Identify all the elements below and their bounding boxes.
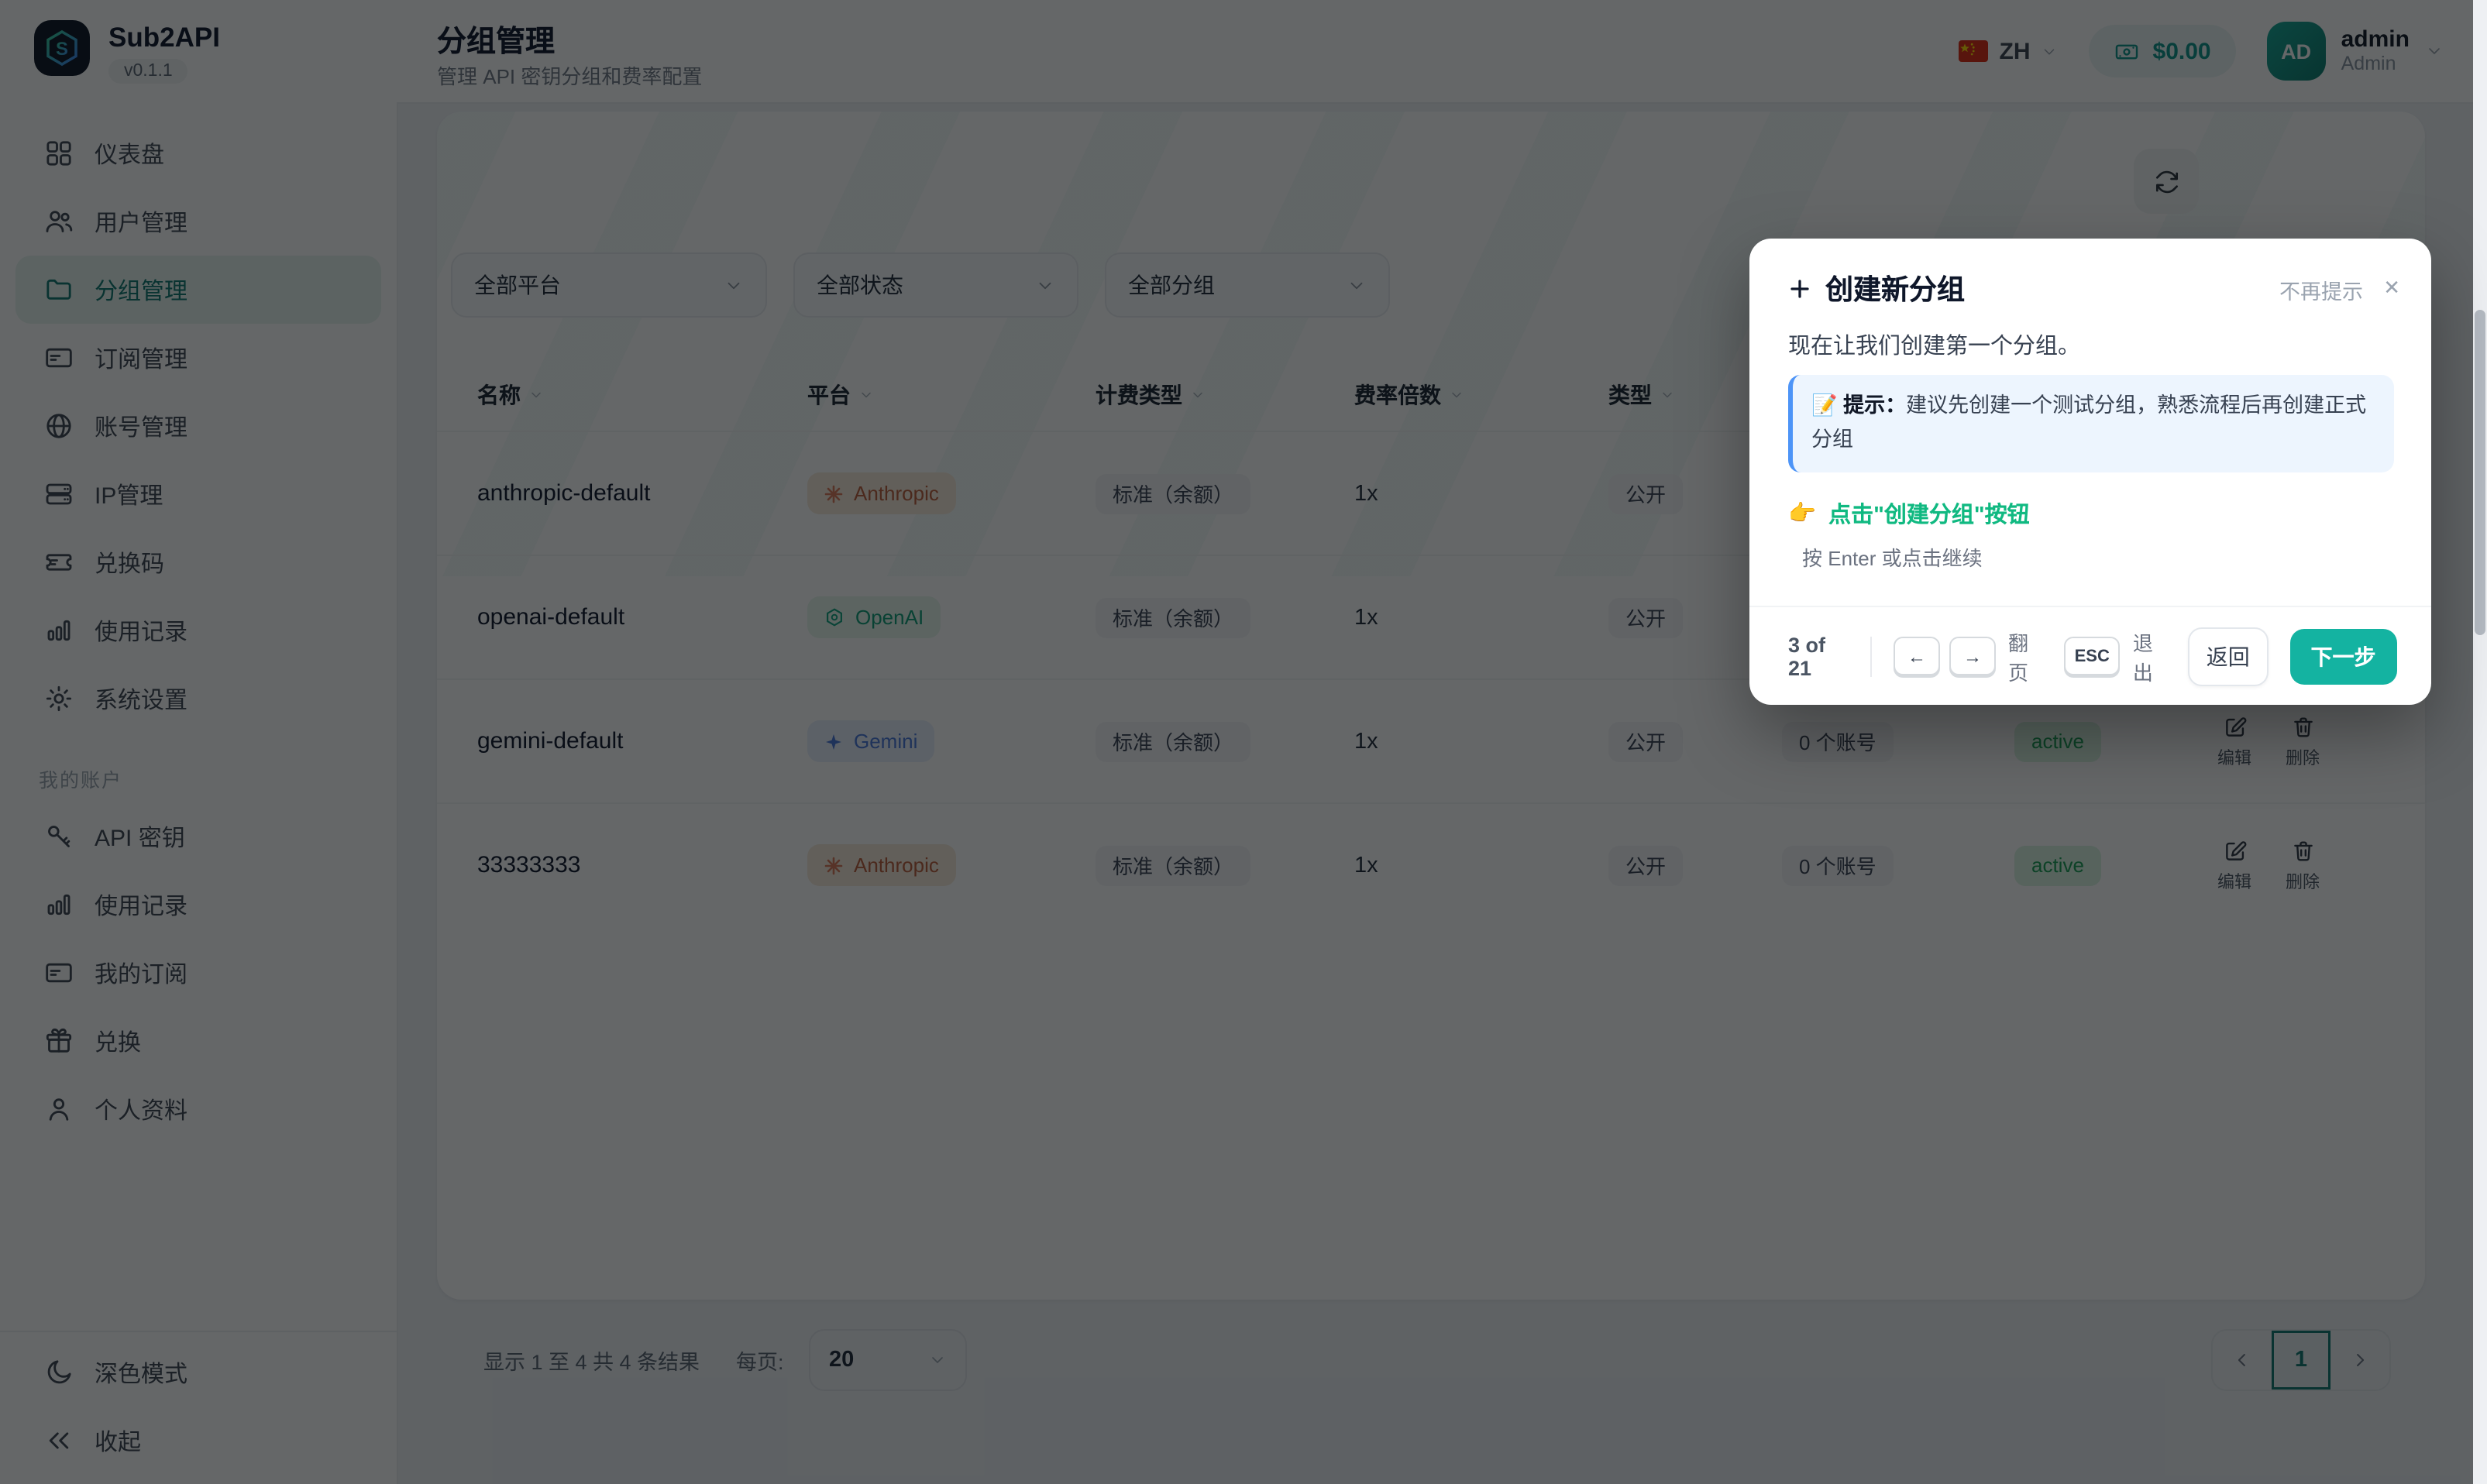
tutorial-progress: 3 of 21 <box>1788 633 1849 679</box>
scrollbar[interactable] <box>2473 0 2487 1484</box>
exit-key-label: 退出 <box>2133 627 2170 685</box>
tutorial-body-text: 现在让我们创建第一个分组。 <box>1788 328 2080 361</box>
back-button[interactable]: 返回 <box>2188 627 2268 685</box>
esc-key-icon: ESC <box>2064 637 2121 675</box>
next-button[interactable]: 下一步 <box>2289 628 2397 684</box>
tutorial-action-line: 👉 点击"创建分组"按钮 <box>1788 497 2030 530</box>
arrow-right-key-icon: → <box>1949 637 1996 675</box>
tutorial-hint: 按 Enter 或点击继续 <box>1802 542 1983 572</box>
tip-label: 提示： <box>1843 393 1906 417</box>
arrow-left-key-icon: ← <box>1894 637 1940 675</box>
plus-icon <box>1788 277 1811 300</box>
pointing-hand-emoji-icon: 👉 <box>1788 500 1816 527</box>
tutorial-tip-box: 📝 提示：建议先创建一个测试分组，熟悉流程后再创建正式分组 <box>1788 375 2394 472</box>
app-root: S Sub2API v0.1.1 仪表盘 用户管理 分组管理 <box>0 0 2487 1484</box>
scrollbar-thumb[interactable] <box>2475 310 2485 635</box>
divider <box>1870 636 1872 676</box>
page-keys-label: 翻页 <box>2008 627 2045 685</box>
tutorial-popover: 创建新分组 不再提示 ✕ 现在让我们创建第一个分组。 📝 提示：建议先创建一个测… <box>1749 239 2431 705</box>
tutorial-dim-overlay <box>0 0 2487 1484</box>
memo-emoji-icon: 📝 <box>1811 393 1838 417</box>
tutorial-action-text: 点击"创建分组"按钮 <box>1828 497 2030 530</box>
tutorial-footer: 3 of 21 ← → 翻页 ESC 退出 返回 下一步 <box>1749 606 2431 705</box>
close-icon[interactable]: ✕ <box>2380 273 2403 304</box>
dismiss-tutorial-link[interactable]: 不再提示 <box>2279 274 2363 305</box>
tutorial-title: 创建新分组 <box>1825 268 1965 308</box>
